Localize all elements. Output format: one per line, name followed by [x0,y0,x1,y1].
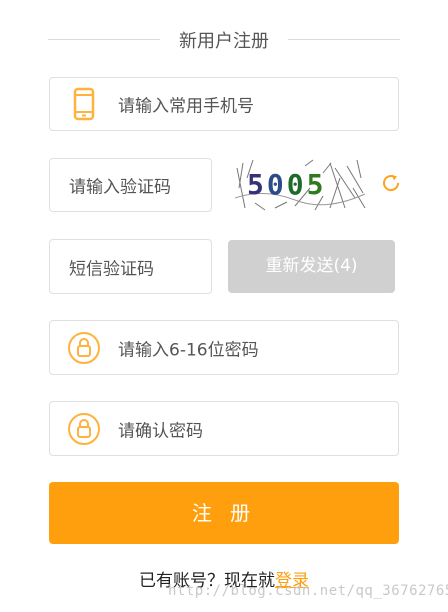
password-field[interactable]: 请输入6-16位密码 [49,320,399,375]
captcha-char-1: 5 [247,168,267,201]
phone-icon [67,87,101,121]
confirm-placeholder: 请确认密码 [118,421,203,441]
sms-placeholder: 短信验证码 [69,259,154,279]
sms-code-field[interactable]: 短信验证码 [49,239,212,294]
captcha-char-3: 0 [286,168,307,201]
refresh-icon[interactable] [380,172,402,194]
register-button[interactable]: 注 册 [49,482,399,544]
captcha-char-2: 0 [266,168,287,201]
captcha-code: 5005 [247,168,326,201]
divider-right [288,39,400,40]
lock-icon [67,331,101,365]
phone-placeholder: 请输入常用手机号 [118,96,254,117]
resend-button[interactable]: 重新发送(4) [228,240,395,293]
captcha-char-4: 5 [306,168,327,201]
lock-icon [67,412,101,446]
page-header: 新用户注册 [48,24,400,54]
captcha-field[interactable]: 请输入验证码 [49,158,212,212]
watermark: http://blog.csdn.net/qq_36762765 [168,583,448,599]
phone-field[interactable]: 请输入常用手机号 [49,77,399,131]
confirm-password-field[interactable]: 请确认密码 [49,401,399,456]
captcha-image[interactable]: 5005 [235,158,367,213]
captcha-placeholder: 请输入验证码 [69,177,171,198]
password-placeholder: 请输入6-16位密码 [118,340,259,360]
page-title: 新用户注册 [179,31,269,52]
